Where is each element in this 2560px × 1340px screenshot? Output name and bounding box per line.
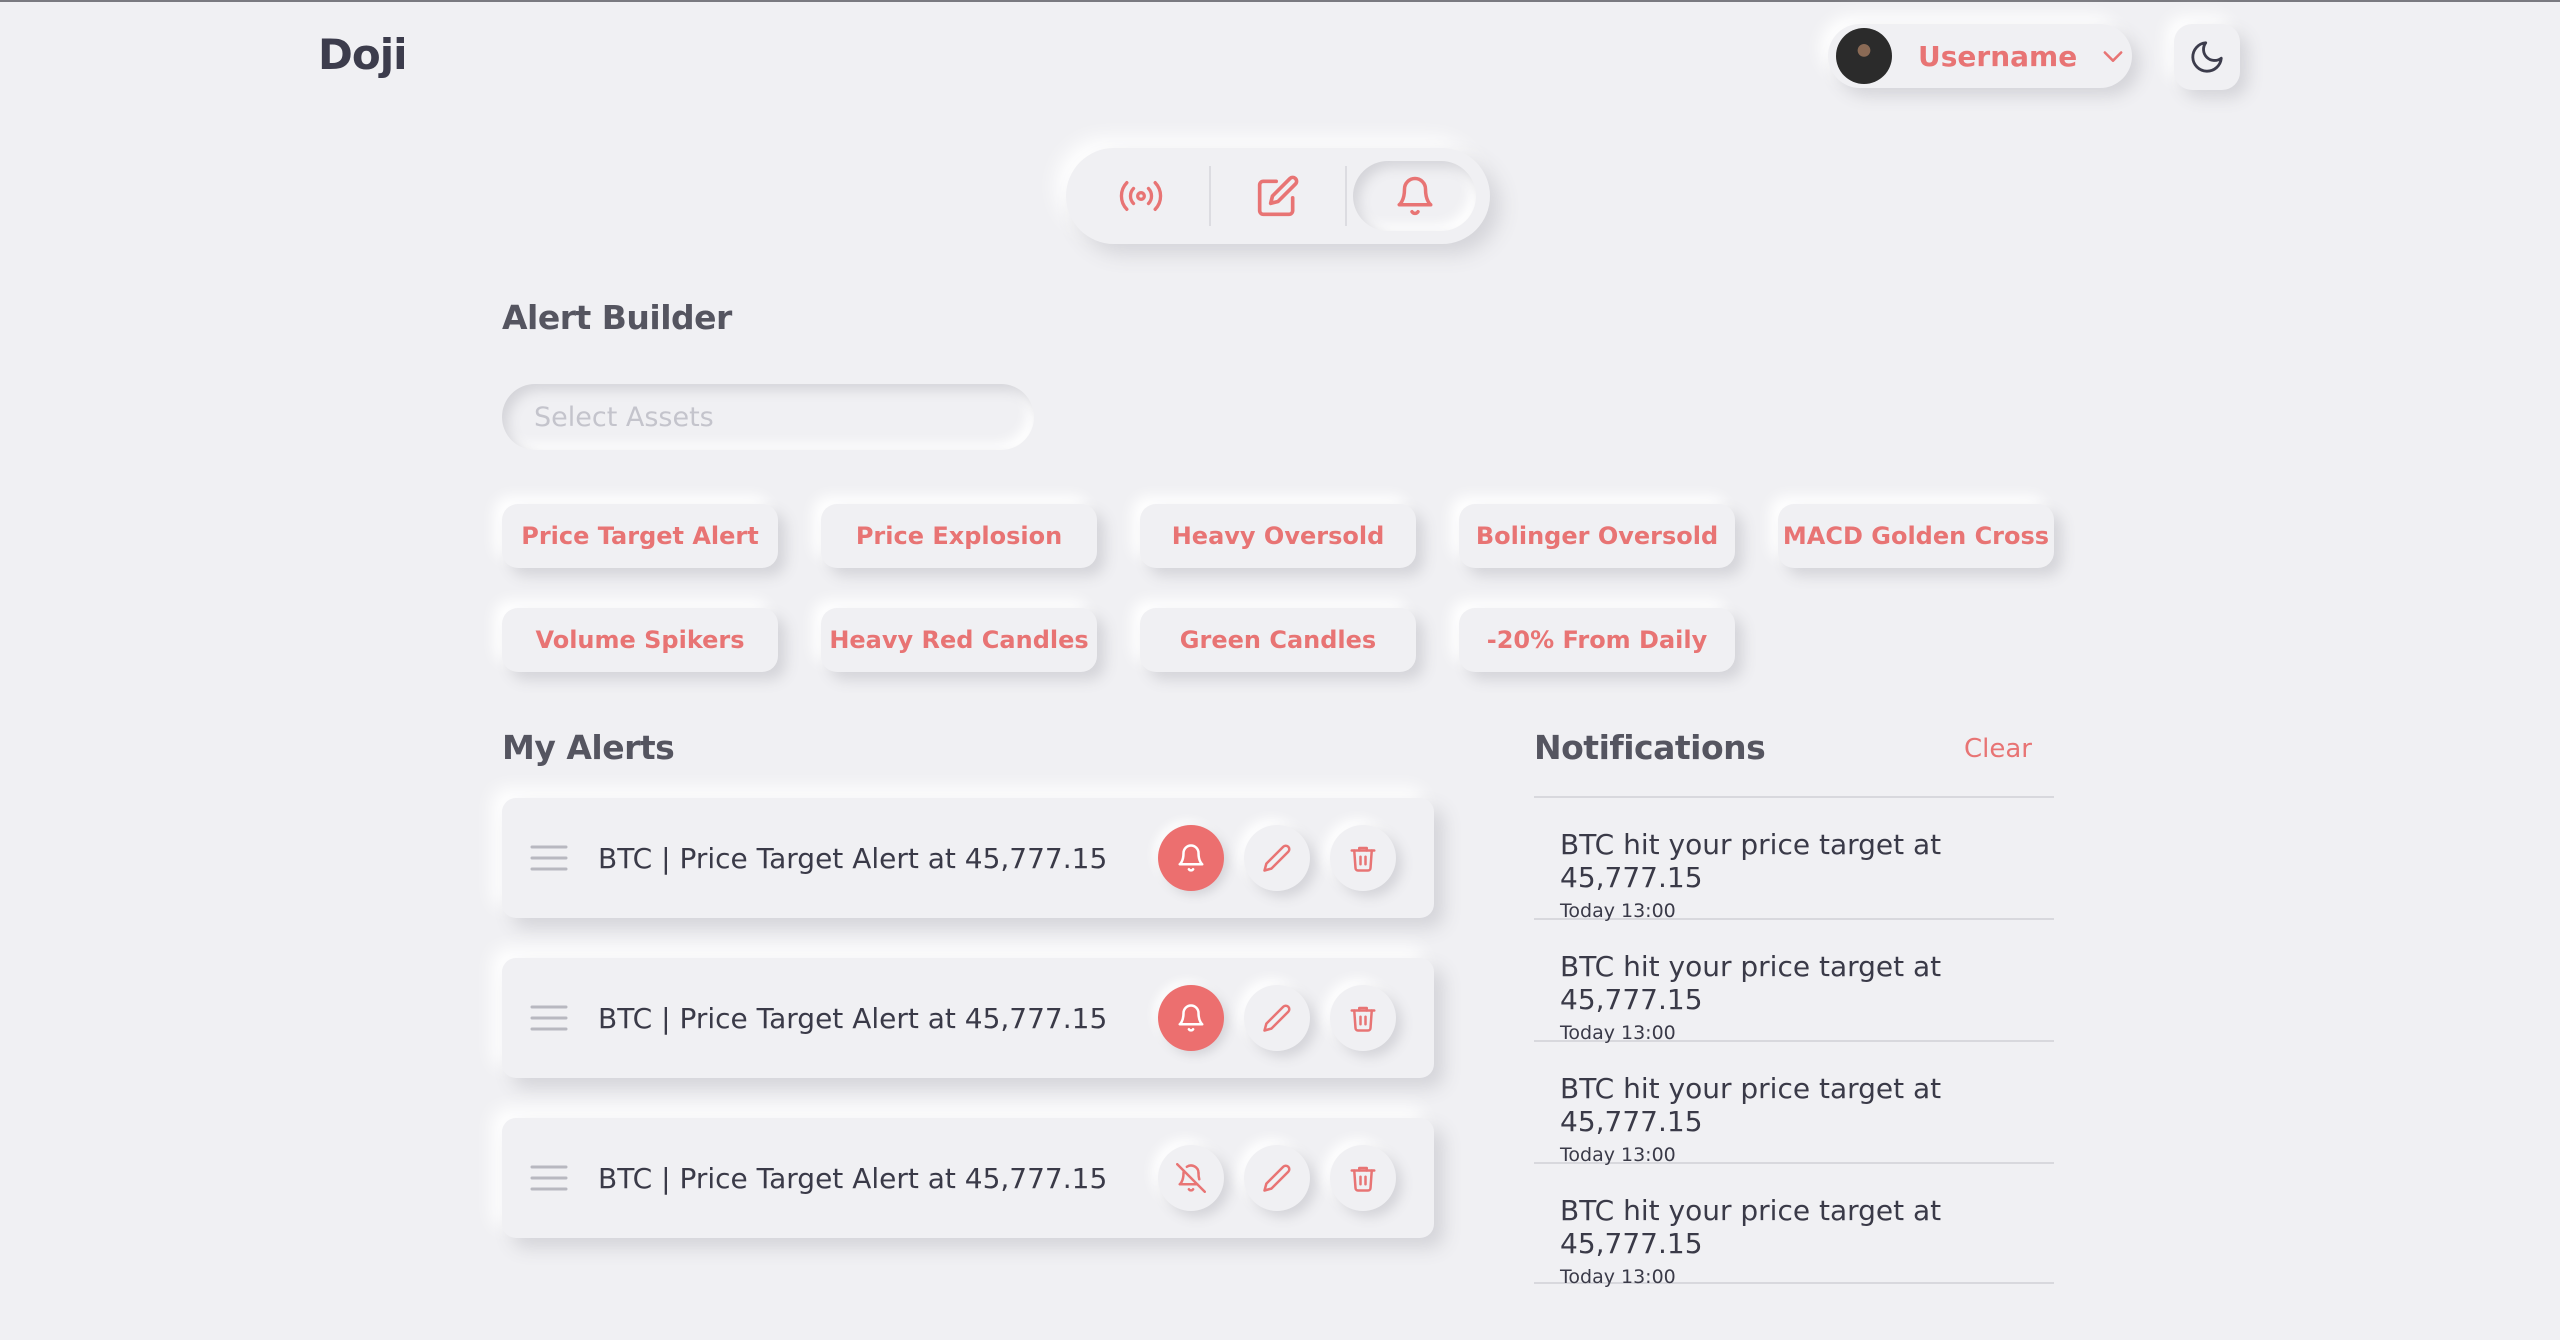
mode-switcher <box>1066 148 1490 244</box>
edit-alert-button[interactable] <box>1244 1145 1310 1211</box>
theme-toggle-button[interactable] <box>2174 24 2240 90</box>
toggle-alert-button[interactable] <box>1158 825 1224 891</box>
clear-notifications-button[interactable]: Clear <box>1964 734 2032 764</box>
tab-edit[interactable] <box>1217 161 1340 231</box>
delete-alert-button[interactable] <box>1330 1145 1396 1211</box>
template-chip[interactable]: Volume Spikers <box>502 608 778 672</box>
trash-icon <box>1350 1006 1376 1032</box>
notifications-title: Notifications <box>1534 728 1766 767</box>
notification-item[interactable]: BTC hit your price target at 45,777.15 T… <box>1534 1040 2054 1166</box>
notification-text: BTC hit your price target at 45,777.15 <box>1560 828 1942 894</box>
bell-icon <box>1178 844 1204 872</box>
divider <box>1345 166 1348 226</box>
notification-text: BTC hit your price target at 45,777.15 <box>1560 1194 1942 1260</box>
template-chip[interactable]: Heavy Oversold <box>1140 504 1416 568</box>
alert-item: BTC | Price Target Alert at 45,777.15 <box>502 1118 1434 1238</box>
my-alerts-title: My Alerts <box>502 728 675 767</box>
drag-handle-icon[interactable] <box>530 843 568 873</box>
notification-text: BTC hit your price target at 45,777.15 <box>1560 950 1942 1016</box>
notification-time: Today 13:00 <box>1560 1266 1676 1288</box>
trash-icon <box>1350 1166 1376 1192</box>
moon-icon <box>2191 41 2223 73</box>
username-label: Username <box>1918 39 2078 73</box>
template-chip[interactable]: Price Explosion <box>821 504 1097 568</box>
template-chip[interactable]: Price Target Alert <box>502 504 778 568</box>
delete-alert-button[interactable] <box>1330 825 1396 891</box>
alert-label: BTC | Price Target Alert at 45,777.15 <box>598 841 1108 875</box>
notification-item[interactable]: BTC hit your price target at 45,777.15 T… <box>1534 1162 2054 1288</box>
alert-builder-title: Alert Builder <box>502 298 732 337</box>
alert-label: BTC | Price Target Alert at 45,777.15 <box>598 1161 1108 1195</box>
template-chip[interactable]: MACD Golden Cross <box>1778 504 2054 568</box>
template-chip[interactable]: Green Candles <box>1140 608 1416 672</box>
broadcast-icon <box>1120 181 1163 211</box>
pencil-icon <box>1263 1004 1291 1032</box>
template-chip[interactable]: Heavy Red Candles <box>821 608 1097 672</box>
edit-alert-button[interactable] <box>1244 985 1310 1051</box>
alert-item: BTC | Price Target Alert at 45,777.15 <box>502 798 1434 918</box>
notification-item[interactable]: BTC hit your price target at 45,777.15 T… <box>1534 918 2054 1044</box>
bell-icon <box>1397 176 1433 216</box>
app-logo[interactable]: Doji <box>318 30 408 79</box>
avatar <box>1836 28 1892 84</box>
template-chip[interactable]: -20% From Daily <box>1459 608 1735 672</box>
drag-handle-icon[interactable] <box>530 1163 568 1193</box>
edit-icon <box>1257 175 1299 217</box>
delete-alert-button[interactable] <box>1330 985 1396 1051</box>
alert-item: BTC | Price Target Alert at 45,777.15 <box>502 958 1434 1078</box>
notifications-list: BTC hit your price target at 45,777.15 T… <box>1534 796 2054 1288</box>
asset-search-input[interactable] <box>502 384 1034 450</box>
trash-icon <box>1350 846 1376 872</box>
chevron-down-icon <box>2103 51 2123 62</box>
bell-off-icon <box>1176 1163 1206 1193</box>
tab-live[interactable] <box>1080 161 1203 231</box>
template-chip[interactable]: Bolinger Oversold <box>1459 504 1735 568</box>
toggle-alert-button[interactable] <box>1158 985 1224 1051</box>
user-menu-button[interactable]: Username <box>1828 24 2132 88</box>
drag-handle-icon[interactable] <box>530 1003 568 1033</box>
tab-alerts[interactable] <box>1353 161 1476 231</box>
pencil-icon <box>1263 844 1291 872</box>
edit-alert-button[interactable] <box>1244 825 1310 891</box>
notification-item[interactable]: BTC hit your price target at 45,777.15 T… <box>1534 796 2054 922</box>
notification-text: BTC hit your price target at 45,777.15 <box>1560 1072 1942 1138</box>
divider <box>1208 166 1211 226</box>
toggle-alert-button[interactable] <box>1158 1145 1224 1211</box>
pencil-icon <box>1263 1164 1291 1192</box>
alert-label: BTC | Price Target Alert at 45,777.15 <box>598 1001 1108 1035</box>
bell-icon <box>1178 1004 1204 1032</box>
